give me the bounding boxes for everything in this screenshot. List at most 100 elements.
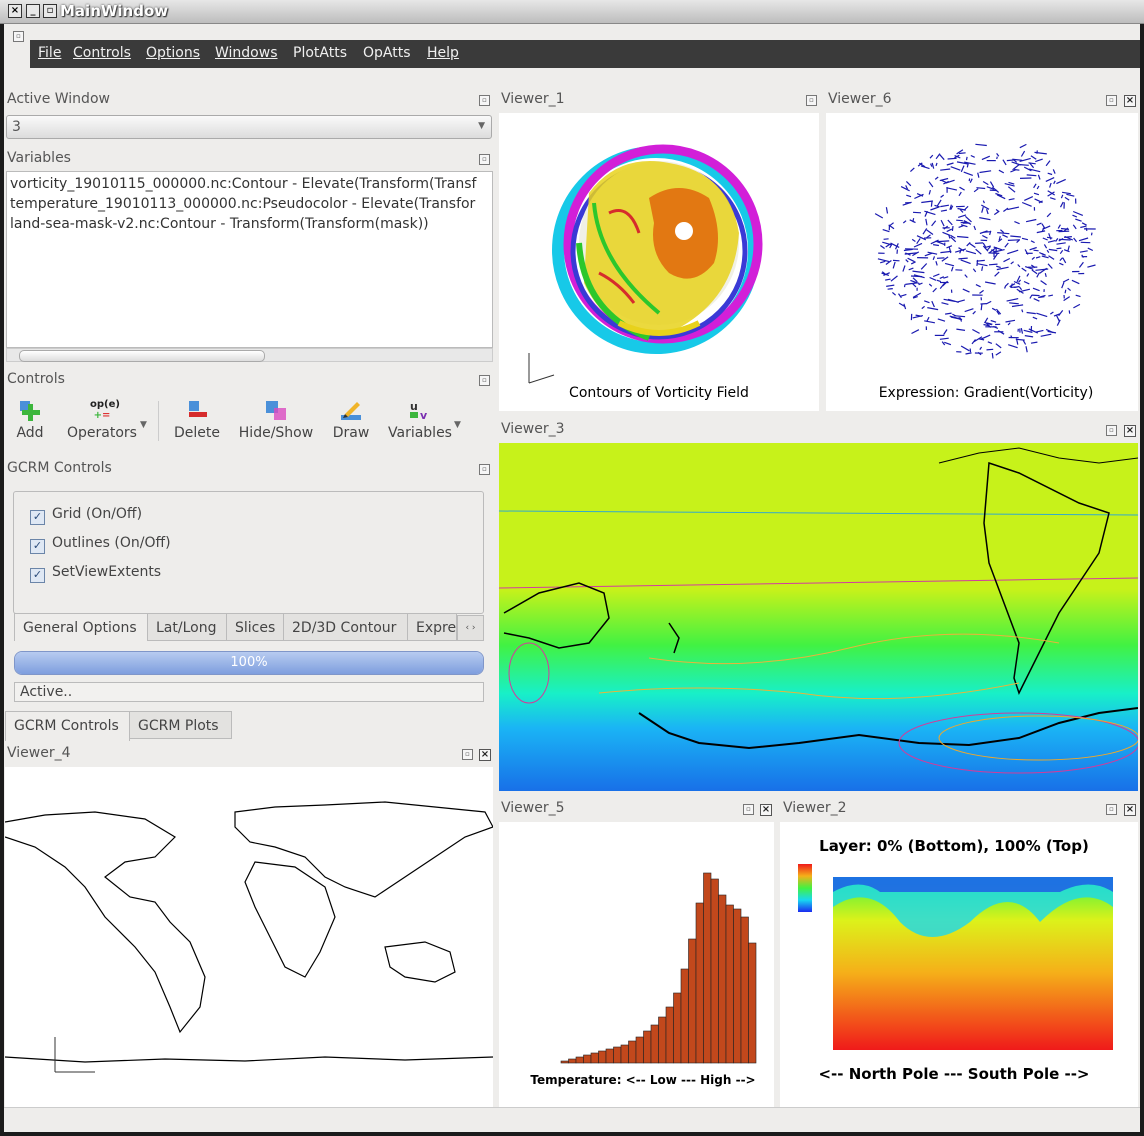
histogram-bar [748,942,757,1064]
tab-2d3d-contour[interactable]: 2D/3D Contour [283,613,408,641]
histogram-bar [740,916,749,1064]
gradient-arrow [1059,249,1064,255]
tab-general-options[interactable]: General Options [14,613,148,641]
viewer-3-canvas[interactable] [499,443,1138,791]
draw-label: Draw [332,425,370,441]
menu-options[interactable]: Options [146,45,200,61]
gradient-arrow [925,218,928,226]
menu-help[interactable]: Help [427,45,459,61]
variables-list: vorticity_19010115_000000.nc:Contour - E… [6,171,493,348]
grid-checkbox[interactable]: ✓ Grid (On/Off) [30,506,142,525]
gradient-arrow [991,352,994,359]
float-icon[interactable]: ▫ [479,154,490,165]
scrollbar-thumb[interactable] [19,350,265,362]
gradient-arrow [1034,151,1047,155]
float-icon[interactable]: ▫ [479,464,490,475]
gradient-arrow [1035,158,1043,163]
float-icon[interactable]: ▫ [1106,95,1117,106]
gradient-arrow [931,162,935,169]
menu-windows[interactable]: Windows [215,45,278,61]
outlines-checkbox[interactable]: ✓ Outlines (On/Off) [30,535,171,554]
tab-scroll-arrows[interactable]: ‹ › [457,615,484,641]
menu-controls[interactable]: Controls [73,45,131,61]
histogram-bar [583,1054,592,1064]
variables-button[interactable]: uv Variables [384,399,456,441]
status-text: Active.. [20,684,73,700]
viewer-5-canvas[interactable]: Temperature: <-- Low --- High --> [499,822,774,1107]
operators-button[interactable]: op(e) += Operators [62,399,142,441]
gradient-arrow [989,181,995,188]
gradient-arrow [977,172,980,178]
gradient-arrow [1075,218,1082,222]
gradient-arrow [931,220,937,227]
draw-button[interactable]: Draw [330,399,372,441]
gradient-arrow [930,201,933,207]
list-item[interactable]: land-sea-mask-v2.nc:Contour - Transform(… [10,216,429,232]
viewer-1-canvas[interactable]: Contours of Vorticity Field [499,113,819,411]
gradient-arrow [950,166,961,171]
float-icon[interactable]: ▫ [1106,804,1117,815]
gradient-arrow [1071,279,1080,285]
gradient-arrow [979,217,991,221]
float-icon[interactable]: ▫ [1106,425,1117,436]
menu-opatts[interactable]: OpAtts [363,45,411,61]
float-icon[interactable]: ▫ [806,95,817,106]
gradient-arrow [1008,181,1015,185]
gradient-arrow [973,225,977,231]
close-icon[interactable]: × [479,749,491,761]
histogram-bar [575,1056,584,1064]
tab-gcrm-plots[interactable]: GCRM Plots [129,711,232,739]
gradient-arrow [1003,257,1011,263]
histogram-bar [620,1044,629,1064]
viewer-2-canvas[interactable]: Layer: 0% (Bottom), 100% (Top) <-- North… [780,822,1138,1107]
add-button[interactable]: Add [14,399,46,441]
viewer-6-canvas[interactable]: Expression: Gradient(Vorticity) [826,113,1138,411]
maximize-window-button[interactable]: ▫ [43,4,57,18]
gradient-arrow [1036,230,1046,234]
gradient-arrow [956,299,965,303]
float-icon[interactable]: ▫ [743,804,754,815]
setviewextents-checkbox[interactable]: ✓ SetViewExtents [30,564,161,583]
hide-show-label: Hide/Show [238,425,314,441]
progress-text: 100% [230,655,268,670]
delete-button[interactable]: Delete [171,399,223,441]
float-icon[interactable]: ▫ [479,95,490,106]
minimize-window-button[interactable]: _ [26,4,40,18]
viewer-4-canvas[interactable] [5,767,493,1107]
close-icon[interactable]: × [760,804,772,816]
variables-dropdown-icon[interactable]: ▼ [454,420,461,430]
horizontal-scrollbar[interactable] [6,348,493,362]
gradient-arrow [1007,239,1021,241]
tab-slices[interactable]: Slices [226,613,284,641]
close-window-button[interactable]: × [8,4,22,18]
list-item[interactable]: vorticity_19010115_000000.nc:Contour - E… [10,176,476,192]
gradient-arrow [979,289,984,294]
hide-show-button[interactable]: Hide/Show [236,399,316,441]
list-item[interactable]: temperature_19010113_000000.nc:Pseudocol… [10,196,475,212]
gradient-arrow [1058,230,1070,233]
gradient-arrow [960,221,967,224]
gradient-arrow [958,257,968,260]
float-icon[interactable]: ▫ [479,375,490,386]
histogram-bar [628,1040,637,1064]
gradient-arrow [980,304,983,311]
active-window-select[interactable]: 3 ▼ [6,115,492,139]
tab-lat-long[interactable]: Lat/Long [147,613,227,641]
menu-file[interactable]: File [38,45,61,61]
close-icon[interactable]: × [1124,804,1136,816]
active-window-label: Active Window [7,91,110,107]
float-icon[interactable]: ▫ [13,31,24,42]
gradient-arrow [1046,212,1052,218]
tab-gcrm-controls[interactable]: GCRM Controls [5,711,130,741]
tab-expressions[interactable]: Expre [407,613,457,641]
gradient-arrow [1004,282,1009,287]
close-icon[interactable]: × [1124,95,1136,107]
operators-dropdown-icon[interactable]: ▼ [140,420,147,430]
gradient-arrow [962,288,970,293]
gradient-arrow [1073,237,1078,243]
status-bar [4,1107,1140,1132]
float-icon[interactable]: ▫ [462,749,473,760]
close-icon[interactable]: × [1124,425,1136,437]
menu-plotatts[interactable]: PlotAtts [293,45,347,61]
land-sea-mask-outline-map [5,801,493,1073]
